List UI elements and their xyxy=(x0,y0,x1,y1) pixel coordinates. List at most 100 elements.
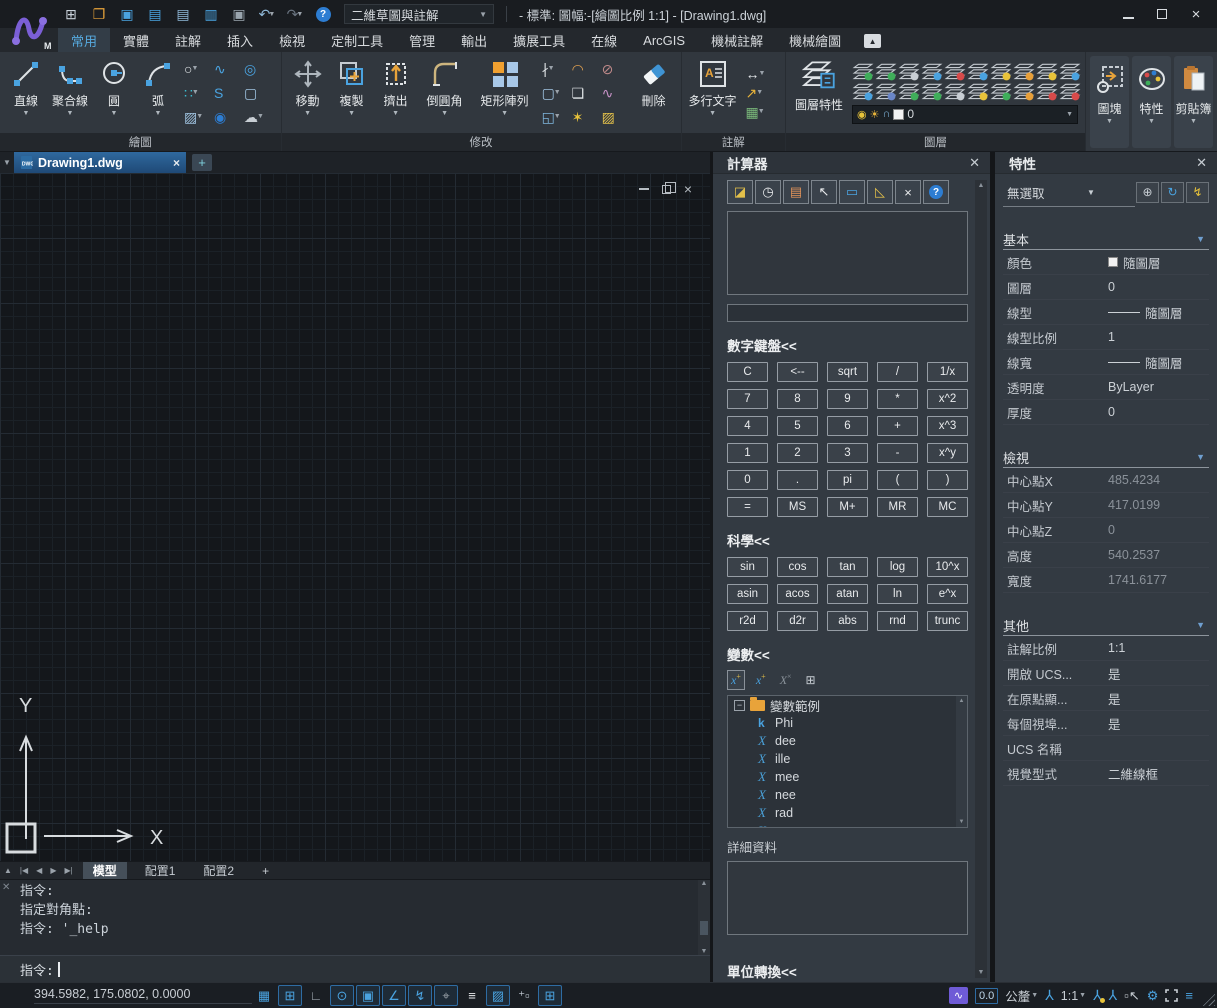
history-button[interactable]: ◷ xyxy=(755,180,781,204)
quick-properties-toggle[interactable]: ⊞ xyxy=(538,985,562,1006)
layer-tool-1-7[interactable] xyxy=(1013,62,1035,82)
trim-button[interactable]: ∤▼ xyxy=(542,57,572,81)
align-button[interactable]: ❏ xyxy=(572,81,602,105)
dynamic-input-toggle[interactable]: ⌖ xyxy=(434,985,458,1006)
property-row[interactable]: 開啟 UCS...是 xyxy=(1003,661,1209,686)
units-dropdown[interactable]: 公釐▼ xyxy=(1005,986,1038,1005)
workspace-dropdown[interactable]: 二維草圖與註解 ▼ xyxy=(344,4,494,24)
open-button[interactable]: ❐ xyxy=(88,4,110,24)
property-row[interactable]: 線型比例1 xyxy=(1003,325,1209,350)
layer-dropdown[interactable]: ◉ ☀ ∩ 0 ▼ xyxy=(852,105,1078,124)
calc-key-x_3[interactable]: x^3 xyxy=(927,416,968,436)
calc-key-1[interactable]: 1 xyxy=(727,443,768,463)
selection-dropdown[interactable]: 無選取 xyxy=(1003,183,1089,202)
print-button[interactable]: ▥ xyxy=(200,4,222,24)
ribbon-tab-12[interactable]: 機械繪圖 xyxy=(776,28,854,52)
revcloud-button[interactable]: ☁▼ xyxy=(244,105,274,129)
layer-tool-2-0[interactable] xyxy=(852,82,874,102)
calc-key-6[interactable]: 6 xyxy=(827,416,868,436)
menu-icon[interactable]: ≡ xyxy=(1185,988,1193,1003)
draworder-button[interactable]: ◱▼ xyxy=(542,105,572,129)
variable-item-Phi[interactable]: kPhi xyxy=(728,714,967,732)
layout-tab-1[interactable]: 配置1 xyxy=(135,862,186,880)
document-tab[interactable]: DWG Drawing1.dwg × xyxy=(14,152,186,173)
redo-button[interactable]: ↷▼ xyxy=(284,4,306,24)
ribbon-tab-11[interactable]: 機械註解 xyxy=(698,28,776,52)
property-row[interactable]: 中心點X485.4234 xyxy=(1003,468,1209,493)
layer-tool-2-2[interactable] xyxy=(898,82,920,102)
drawing-canvas[interactable]: × Y X xyxy=(0,173,710,861)
calc-key-4[interactable]: 4 xyxy=(727,416,768,436)
layer-tool-2-9[interactable] xyxy=(1059,82,1081,102)
ribbon-tab-10[interactable]: ArcGIS xyxy=(630,28,698,52)
ribbon-tab-5[interactable]: 定制工具 xyxy=(318,28,396,52)
dimension-button[interactable]: ↔▼ xyxy=(746,67,766,81)
dynamic-ucs-toggle[interactable]: ↯ xyxy=(408,985,432,1006)
hatch-button[interactable]: ▨▼ xyxy=(184,105,214,129)
sci-key-e_x[interactable]: e^x xyxy=(927,584,968,604)
polar-tracking-toggle[interactable]: ⊙ xyxy=(330,985,354,1006)
save-as-button[interactable]: ▤ xyxy=(144,4,166,24)
property-row[interactable]: 註解比例1:1 xyxy=(1003,636,1209,661)
measure-distance-button[interactable]: ▭ xyxy=(839,180,865,204)
fullscreen-icon[interactable] xyxy=(1165,989,1178,1002)
minimize-button[interactable] xyxy=(1121,7,1135,21)
close-icon[interactable]: ✕ xyxy=(2,882,10,893)
keypad-section-label[interactable]: 數字鍵盤<< xyxy=(727,335,968,355)
maximize-button[interactable] xyxy=(1155,7,1169,21)
variable-item-mee[interactable]: Xmee xyxy=(728,768,967,786)
property-row[interactable]: 圖層0 xyxy=(1003,275,1209,300)
calc-key-_[interactable]: / xyxy=(877,362,918,382)
stretch-button[interactable]: ▢▼ xyxy=(542,81,572,105)
snap-mode-toggle[interactable]: ⊞ xyxy=(278,985,302,1006)
polyline-button[interactable]: 聚合線 ▼ xyxy=(48,55,92,131)
calc-key-_[interactable]: ) xyxy=(927,470,968,490)
ribbon-tab-2[interactable]: 註解 xyxy=(162,28,214,52)
sci-key-cos[interactable]: cos xyxy=(777,557,818,577)
calc-key-_[interactable]: = xyxy=(727,497,768,517)
layer-tool-1-9[interactable] xyxy=(1059,62,1081,82)
panel-label[interactable]: 修改 xyxy=(282,133,681,151)
new-document-tab-button[interactable]: + xyxy=(192,154,212,171)
calc-key-x_2[interactable]: x^2 xyxy=(927,389,968,409)
tree-scrollbar[interactable]: ▲▼ xyxy=(956,696,967,827)
layer-tool-1-6[interactable] xyxy=(990,62,1012,82)
measure-angle-button[interactable]: ◺ xyxy=(867,180,893,204)
calculator-input-box[interactable] xyxy=(727,304,968,322)
annotation-autoscale-icon[interactable]: ⅄ xyxy=(1093,987,1102,1004)
layout-tab-2[interactable]: 配置2 xyxy=(193,862,244,880)
variable-item-dee[interactable]: Xdee xyxy=(728,732,967,750)
property-row[interactable]: UCS 名稱 xyxy=(1003,736,1209,761)
sci-key-d2r[interactable]: d2r xyxy=(777,611,818,631)
calc-key-8[interactable]: 8 xyxy=(777,389,818,409)
scroll-up-icon[interactable]: ▲ xyxy=(701,880,708,887)
arc-button[interactable]: 弧 ▼ xyxy=(136,55,180,131)
sci-key-abs[interactable]: abs xyxy=(827,611,868,631)
variable-item-rad[interactable]: Xrad xyxy=(728,804,967,822)
layout-tab-0[interactable]: 模型 xyxy=(83,862,127,880)
scientific-section-label[interactable]: 科學<< xyxy=(727,530,968,550)
group-header-1[interactable]: 檢視▼ xyxy=(1003,448,1209,466)
ribbon-tab-4[interactable]: 檢視 xyxy=(266,28,318,52)
spline-s-button[interactable]: S xyxy=(214,81,244,105)
edit-variable-button[interactable]: x+ xyxy=(753,671,769,689)
property-row[interactable]: 中心點Z0 xyxy=(1003,518,1209,543)
layer-tool-2-1[interactable] xyxy=(875,82,897,102)
layer-tool-1-5[interactable] xyxy=(967,62,989,82)
ribbon-tab-8[interactable]: 擴展工具 xyxy=(500,28,578,52)
units-section-label[interactable]: 單位轉換<< xyxy=(727,961,968,981)
ortho-mode-toggle[interactable]: ∟ xyxy=(304,985,328,1006)
prev-layout-button[interactable]: ◀ xyxy=(32,866,46,875)
collapse-icon[interactable]: − xyxy=(734,700,745,711)
paste-to-commandline-button[interactable]: ▤ xyxy=(783,180,809,204)
calc-key-7[interactable]: 7 xyxy=(727,389,768,409)
variables-tree[interactable]: −變數範例kPhiXdeeXilleXmeeXneeXradXvee ▲▼ xyxy=(727,695,968,828)
clear-button[interactable]: ◪ xyxy=(727,180,753,204)
layer-tool-2-7[interactable] xyxy=(1013,82,1035,102)
ribbon-tab-0[interactable]: 常用 xyxy=(58,28,110,52)
spline-button[interactable]: ∿ xyxy=(214,57,244,81)
variable-item-ille[interactable]: Xille xyxy=(728,750,967,768)
selection-cycling-toggle[interactable]: ⁺▫ xyxy=(512,985,536,1006)
property-row[interactable]: 透明度ByLayer xyxy=(1003,375,1209,400)
property-row[interactable]: 厚度0 xyxy=(1003,400,1209,425)
